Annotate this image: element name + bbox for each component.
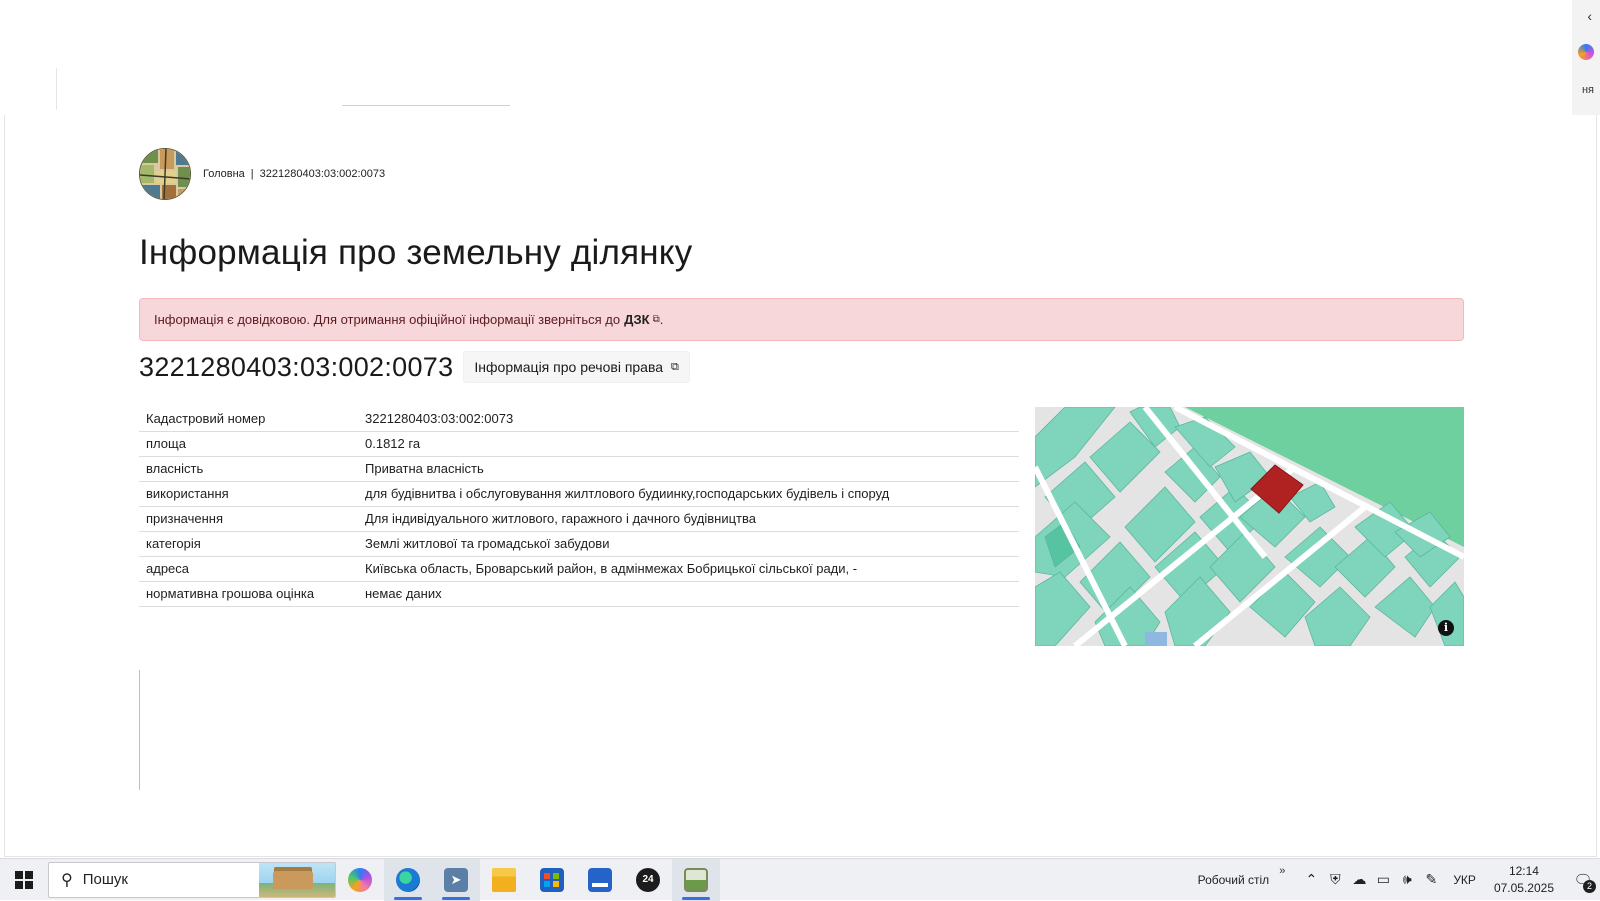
photos-icon (684, 867, 708, 892)
divider (139, 670, 140, 790)
dzk-link[interactable]: ДЗК (624, 312, 650, 327)
table-row: Кадастровий номер 3221280403:03:002:0073 (139, 406, 1019, 432)
start-button[interactable] (0, 859, 48, 901)
telegram-icon: ➤ (444, 867, 468, 892)
taskbar-telegram[interactable]: ➤ (432, 858, 480, 901)
breadcrumb: Головна | 3221280403:03:002:0073 (203, 168, 385, 180)
browser-top-area (0, 0, 1600, 115)
row-value: Київська область, Броварський район, в а… (358, 556, 1019, 582)
chevron-left-icon[interactable]: ‹ (1587, 8, 1592, 24)
table-row: нормативна грошова оцінка немає даних (139, 581, 1019, 607)
edge-icon (396, 867, 420, 892)
site-logo[interactable] (139, 148, 191, 200)
app-24-icon: 24 (636, 867, 660, 892)
row-key: категорія (139, 531, 358, 557)
language-indicator[interactable]: УКР (1453, 873, 1476, 887)
taskbar-search[interactable]: ⚲ Пошук (48, 861, 336, 898)
cadastral-header: 3221280403:03:002:0073 Інформація про ре… (139, 351, 690, 383)
info-alert: Інформація є довідковою. Для отримання о… (139, 298, 1464, 341)
clock[interactable]: 12:14 07.05.2025 (1494, 863, 1554, 897)
store-icon (540, 867, 564, 892)
row-value: для будівнитва і обслуговування жилтлово… (358, 481, 1019, 507)
clock-time: 12:14 (1508, 863, 1539, 878)
row-key: використання (139, 481, 358, 507)
notification-count: 2 (1583, 879, 1596, 893)
alert-trailing: . (659, 312, 664, 327)
page-title: Інформація про земельну ділянку (139, 233, 693, 272)
property-rights-button[interactable]: Інформація про речові права ⧉ (463, 351, 690, 383)
row-key: Кадастровий номер (139, 406, 358, 432)
row-value: 0.1812 га (358, 431, 1019, 457)
table-row: використання для будівнитва і обслуговува… (139, 481, 1019, 507)
breadcrumb-home[interactable]: Головна (203, 168, 245, 180)
table-row: категорія Землі житлової та громадської з… (139, 531, 1019, 557)
onedrive-icon[interactable]: ☁ (1347, 871, 1371, 888)
clock-date: 07.05.2025 (1493, 880, 1554, 895)
copilot-icon[interactable] (1578, 44, 1594, 60)
row-value: 3221280403:03:002:0073 (358, 406, 1019, 432)
taskbar-scanner[interactable] (576, 859, 624, 901)
taskbar-store[interactable] (528, 859, 576, 901)
alert-text: Інформація є довідковою. Для отримання о… (154, 312, 621, 327)
chevron-up-icon[interactable]: ⌃ (1299, 871, 1323, 888)
windows-icon (15, 870, 33, 889)
table-row: призначення Для індивідуального житлового… (139, 506, 1019, 532)
security-shield-icon[interactable]: ⛨ (1323, 871, 1347, 888)
external-link-icon: ⧉ (671, 360, 679, 373)
row-value: Для індивідуального житлового, гаражного… (358, 506, 1019, 532)
divider (342, 105, 510, 106)
taskbar-app-24[interactable]: 24 (624, 859, 672, 901)
side-panel: ‹ ня (1572, 0, 1600, 115)
taskbar-photos[interactable] (672, 858, 720, 901)
table-row: площа 0.1812 га (139, 431, 1019, 457)
row-key: адреса (139, 556, 358, 582)
side-panel-label: ня (1581, 84, 1594, 96)
taskbar-copilot[interactable] (336, 859, 384, 901)
taskbar: ⚲ Пошук ➤ 24 Робочий стіл » ⌃ ⛨ ☁ ▭ 🕪 ✎ … (0, 858, 1600, 901)
scanner-icon (588, 867, 612, 892)
file-explorer-icon (492, 867, 516, 892)
page-window: Головна | 3221280403:03:002:0073 Інформа… (4, 115, 1597, 857)
table-row: адреса Київська область, Броварський райо… (139, 556, 1019, 582)
row-key: площа (139, 431, 358, 457)
copilot-icon (348, 867, 372, 892)
breadcrumb-current: 3221280403:03:002:0073 (259, 168, 386, 180)
row-key: власність (139, 456, 358, 482)
map-info-button[interactable]: i (1438, 620, 1454, 636)
taskbar-edge[interactable] (384, 858, 432, 901)
row-key: призначення (139, 506, 358, 532)
parcel-info-table: Кадастровий номер 3221280403:03:002:0073 … (139, 406, 1019, 607)
row-value: Приватна власність (358, 456, 1019, 482)
external-link-icon[interactable]: ⧉ (653, 314, 660, 325)
page-header: Головна | 3221280403:03:002:0073 (139, 148, 385, 200)
notifications-button[interactable]: 🗨 2 (1566, 871, 1600, 893)
volume-icon[interactable]: 🕪 (1395, 871, 1419, 888)
breadcrumb-separator: | (250, 168, 254, 180)
search-icon: ⚲ (61, 871, 73, 889)
row-value: немає даних (358, 581, 1019, 607)
toolbar-chevron-icon[interactable]: » (1279, 865, 1285, 877)
search-highlight-image (259, 862, 335, 897)
row-key: нормативна грошова оцінка (139, 581, 358, 607)
search-placeholder: Пошук (82, 871, 128, 888)
pen-icon[interactable]: ✎ (1419, 871, 1443, 888)
system-tray: Робочий стіл » ⌃ ⛨ ☁ ▭ 🕪 ✎ УКР 12:14 07.… (1198, 859, 1600, 901)
divider (56, 68, 57, 110)
parcel-map[interactable]: i (1035, 407, 1464, 646)
taskbar-file-explorer[interactable] (480, 859, 528, 901)
network-icon[interactable]: ▭ (1371, 871, 1395, 888)
desktop-toolbar-label[interactable]: Робочий стіл (1198, 873, 1270, 887)
cadastral-number: 3221280403:03:002:0073 (139, 351, 454, 382)
table-row: власність Приватна власність (139, 456, 1019, 482)
property-rights-label: Інформація про речові права (474, 359, 664, 375)
row-value: Землі житлової та громадської забудови (358, 531, 1019, 557)
